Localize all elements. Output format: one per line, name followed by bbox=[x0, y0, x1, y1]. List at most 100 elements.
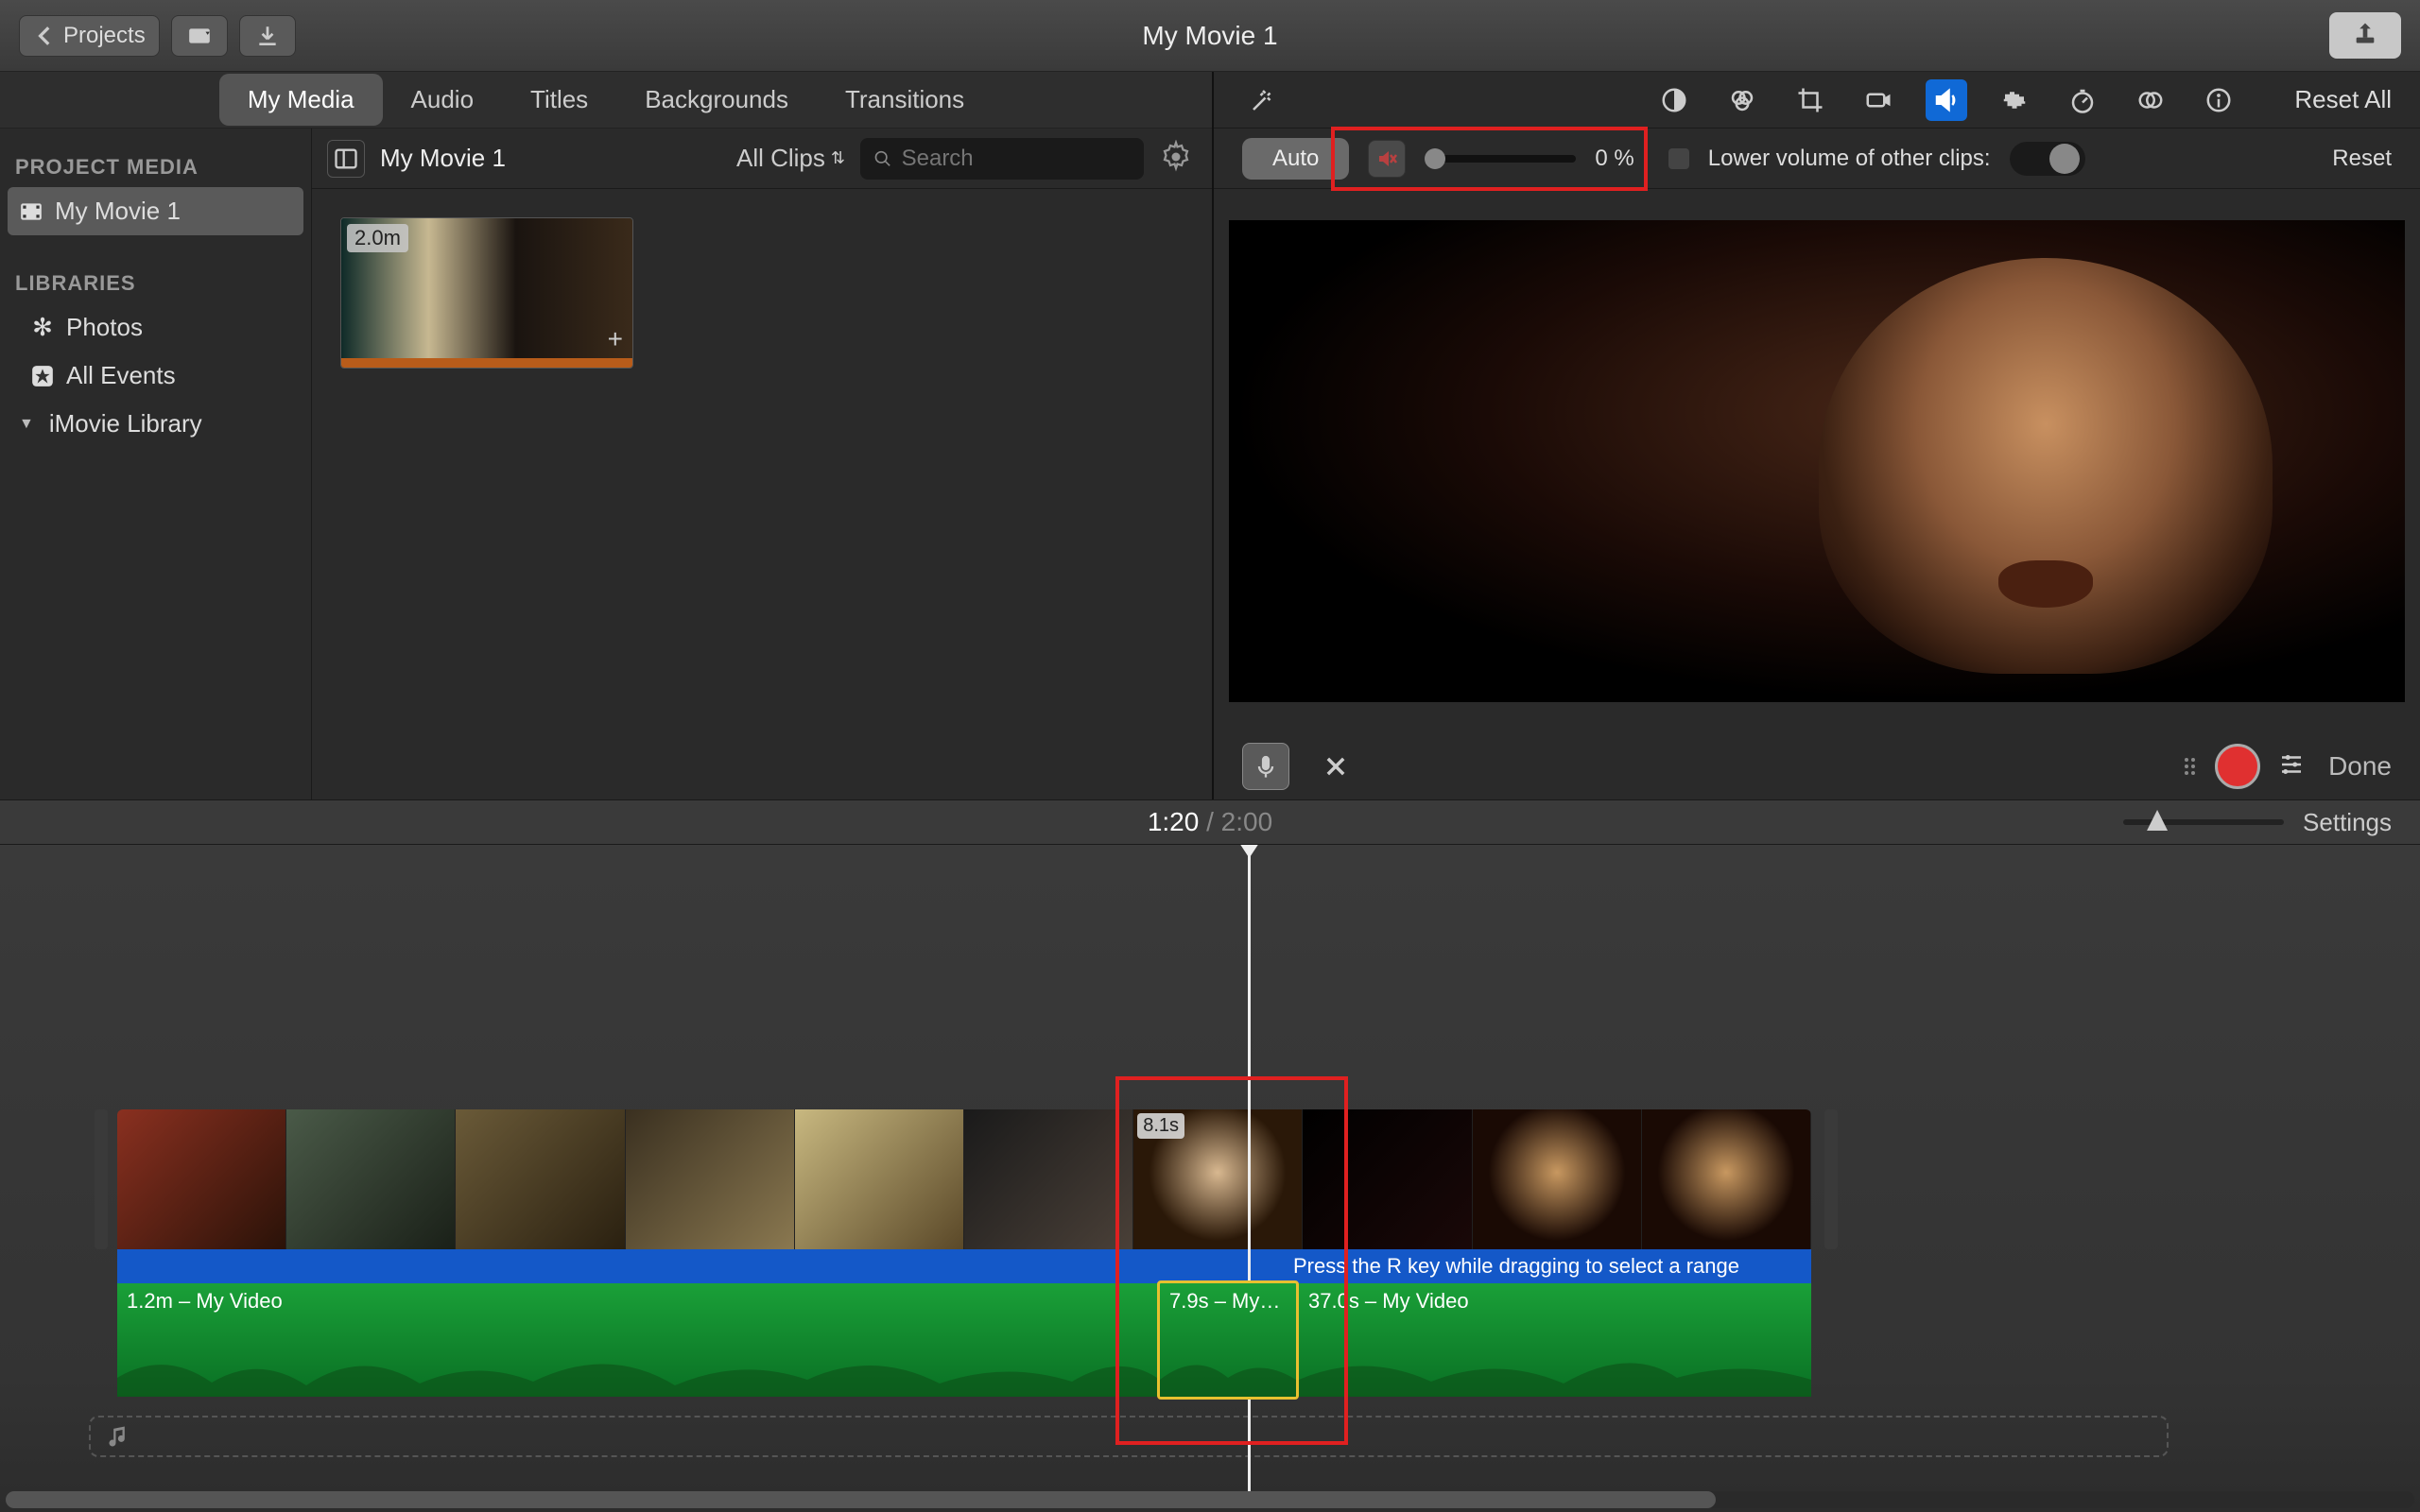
lower-volume-label: Lower volume of other clips: bbox=[1708, 146, 1991, 172]
speed-button[interactable] bbox=[2062, 79, 2103, 121]
sidebar-header-libraries: LIBRARIES bbox=[0, 264, 311, 303]
video-frame[interactable] bbox=[1303, 1109, 1472, 1249]
mute-button[interactable] bbox=[1368, 140, 1406, 178]
timeline-settings-button[interactable]: Settings bbox=[2303, 808, 2392, 837]
waveform bbox=[1160, 1340, 1296, 1397]
search-icon bbox=[873, 148, 892, 169]
color-correction-button[interactable] bbox=[1721, 79, 1763, 121]
browser-settings-button[interactable] bbox=[1159, 140, 1197, 178]
sidebar-item-label: Photos bbox=[66, 313, 143, 342]
crop-button[interactable] bbox=[1789, 79, 1831, 121]
reset-button[interactable]: Reset bbox=[2332, 146, 2392, 172]
browser-title: My Movie 1 bbox=[380, 144, 506, 173]
music-note-icon bbox=[106, 1423, 132, 1450]
media-import-button[interactable] bbox=[171, 15, 228, 57]
video-track[interactable]: 8.1s bbox=[117, 1109, 1811, 1249]
tab-transitions[interactable]: Transitions bbox=[817, 74, 993, 126]
reset-all-button[interactable]: Reset All bbox=[2294, 85, 2392, 114]
sidebar-item-label: My Movie 1 bbox=[55, 197, 181, 226]
search-field[interactable] bbox=[860, 138, 1144, 180]
tab-backgrounds[interactable]: Backgrounds bbox=[616, 74, 817, 126]
lower-volume-checkbox[interactable] bbox=[1668, 148, 1689, 169]
film-icon bbox=[19, 199, 43, 224]
video-frame[interactable] bbox=[1642, 1109, 1811, 1249]
lower-volume-toggle[interactable] bbox=[2010, 142, 2085, 176]
timeline-scrollbar[interactable] bbox=[6, 1491, 2414, 1508]
clips-filter-dropdown[interactable]: All Clips ⇅ bbox=[736, 144, 845, 173]
video-frame[interactable] bbox=[286, 1109, 456, 1249]
timeline-zoom-slider[interactable] bbox=[2123, 819, 2284, 825]
background-music-track[interactable] bbox=[89, 1416, 2169, 1457]
tab-titles[interactable]: Titles bbox=[502, 74, 616, 126]
noise-reduction-button[interactable] bbox=[1994, 79, 2035, 121]
add-clip-icon[interactable]: + bbox=[608, 324, 623, 354]
clip-edge-handle-right[interactable] bbox=[1824, 1109, 1838, 1249]
waveform bbox=[1299, 1340, 1811, 1397]
sidebar-item-photos[interactable]: ✻ Photos bbox=[0, 303, 311, 352]
video-frame[interactable] bbox=[117, 1109, 286, 1249]
waveform bbox=[117, 1340, 1157, 1397]
video-frame[interactable] bbox=[1473, 1109, 1642, 1249]
star-icon bbox=[30, 364, 55, 388]
sidebar-item-all-events[interactable]: All Events bbox=[0, 352, 311, 400]
video-frame[interactable] bbox=[456, 1109, 625, 1249]
clip-filter-button[interactable] bbox=[2130, 79, 2171, 121]
volume-value: 0 % bbox=[1595, 146, 1634, 172]
media-tabs: My Media Audio Titles Backgrounds Transi… bbox=[0, 72, 1212, 129]
cancel-voiceover-button[interactable] bbox=[1312, 743, 1359, 790]
title-track[interactable]: Press the R key while dragging to select… bbox=[117, 1249, 1811, 1283]
sidebar-item-project[interactable]: My Movie 1 bbox=[8, 187, 303, 235]
voiceover-mic-button[interactable] bbox=[1242, 743, 1289, 790]
playhead[interactable] bbox=[1248, 845, 1251, 1506]
record-button[interactable] bbox=[2215, 744, 2260, 789]
video-frame[interactable] bbox=[626, 1109, 795, 1249]
share-button[interactable] bbox=[2329, 12, 2401, 59]
download-button[interactable] bbox=[239, 15, 296, 57]
sidebar-item-label: iMovie Library bbox=[49, 409, 202, 438]
inspector-panel: Reset All Auto 0 % Lower volume of other… bbox=[1214, 72, 2420, 799]
sidebar-item-imovie-library[interactable]: iMovie Library bbox=[0, 400, 311, 448]
info-button[interactable] bbox=[2198, 79, 2239, 121]
audio-segment[interactable]: 37.0s – My Video bbox=[1299, 1283, 1811, 1397]
sidebar: PROJECT MEDIA My Movie 1 LIBRARIES ✻ Pho… bbox=[0, 129, 312, 799]
video-frame[interactable]: 8.1s bbox=[1133, 1109, 1303, 1249]
library-panel: My Media Audio Titles Backgrounds Transi… bbox=[0, 72, 1214, 799]
sidebar-item-label: All Events bbox=[66, 361, 176, 390]
mute-icon bbox=[1375, 147, 1398, 170]
stabilization-button[interactable] bbox=[1858, 79, 1899, 121]
drag-grip-icon[interactable] bbox=[2185, 758, 2198, 775]
preview-canvas[interactable] bbox=[1229, 220, 2405, 702]
volume-button[interactable] bbox=[1926, 79, 1967, 121]
audio-track[interactable]: 1.2m – My Video 7.9s – My… 37.0s – My Vi… bbox=[117, 1283, 1811, 1397]
media-browser: My Movie 1 All Clips ⇅ bbox=[312, 129, 1212, 799]
video-preview bbox=[1214, 189, 2420, 733]
voiceover-options-button[interactable] bbox=[2277, 750, 2306, 783]
window-title: My Movie 1 bbox=[1142, 21, 1277, 51]
selected-duration-badge: 8.1s bbox=[1137, 1113, 1184, 1139]
video-frame[interactable] bbox=[795, 1109, 964, 1249]
done-button[interactable]: Done bbox=[2328, 751, 2392, 782]
media-clip-thumbnail[interactable]: 2.0m + bbox=[340, 217, 633, 369]
volume-slider[interactable] bbox=[1425, 155, 1576, 163]
clip-edge-handle-left[interactable] bbox=[95, 1109, 108, 1249]
enhance-wand-button[interactable] bbox=[1242, 79, 1284, 121]
color-balance-button[interactable] bbox=[1653, 79, 1695, 121]
audio-segment-selected[interactable]: 7.9s – My… bbox=[1157, 1280, 1299, 1400]
search-input[interactable] bbox=[902, 146, 1131, 172]
range-select-hint: Press the R key while dragging to select… bbox=[1293, 1254, 1796, 1279]
auto-volume-button[interactable]: Auto bbox=[1242, 138, 1349, 180]
slider-thumb[interactable] bbox=[1425, 148, 1445, 169]
timeline-timecode: 1:20 / 2:00 bbox=[1148, 807, 1272, 837]
back-to-projects-button[interactable]: Projects bbox=[19, 15, 160, 57]
tab-my-media[interactable]: My Media bbox=[219, 74, 383, 126]
video-frame[interactable] bbox=[964, 1109, 1133, 1249]
clip-duration-badge: 2.0m bbox=[347, 224, 408, 252]
back-label: Projects bbox=[63, 23, 146, 49]
flower-icon: ✻ bbox=[30, 316, 55, 340]
titlebar: Projects My Movie 1 bbox=[0, 0, 2420, 72]
tab-audio[interactable]: Audio bbox=[383, 74, 503, 126]
timeline[interactable]: 8.1s Press the R key while dragging to s… bbox=[0, 845, 2420, 1512]
audio-segment[interactable]: 1.2m – My Video bbox=[117, 1283, 1157, 1397]
toggle-sidebar-button[interactable] bbox=[327, 140, 365, 178]
sidebar-header-project-media: PROJECT MEDIA bbox=[0, 147, 311, 187]
